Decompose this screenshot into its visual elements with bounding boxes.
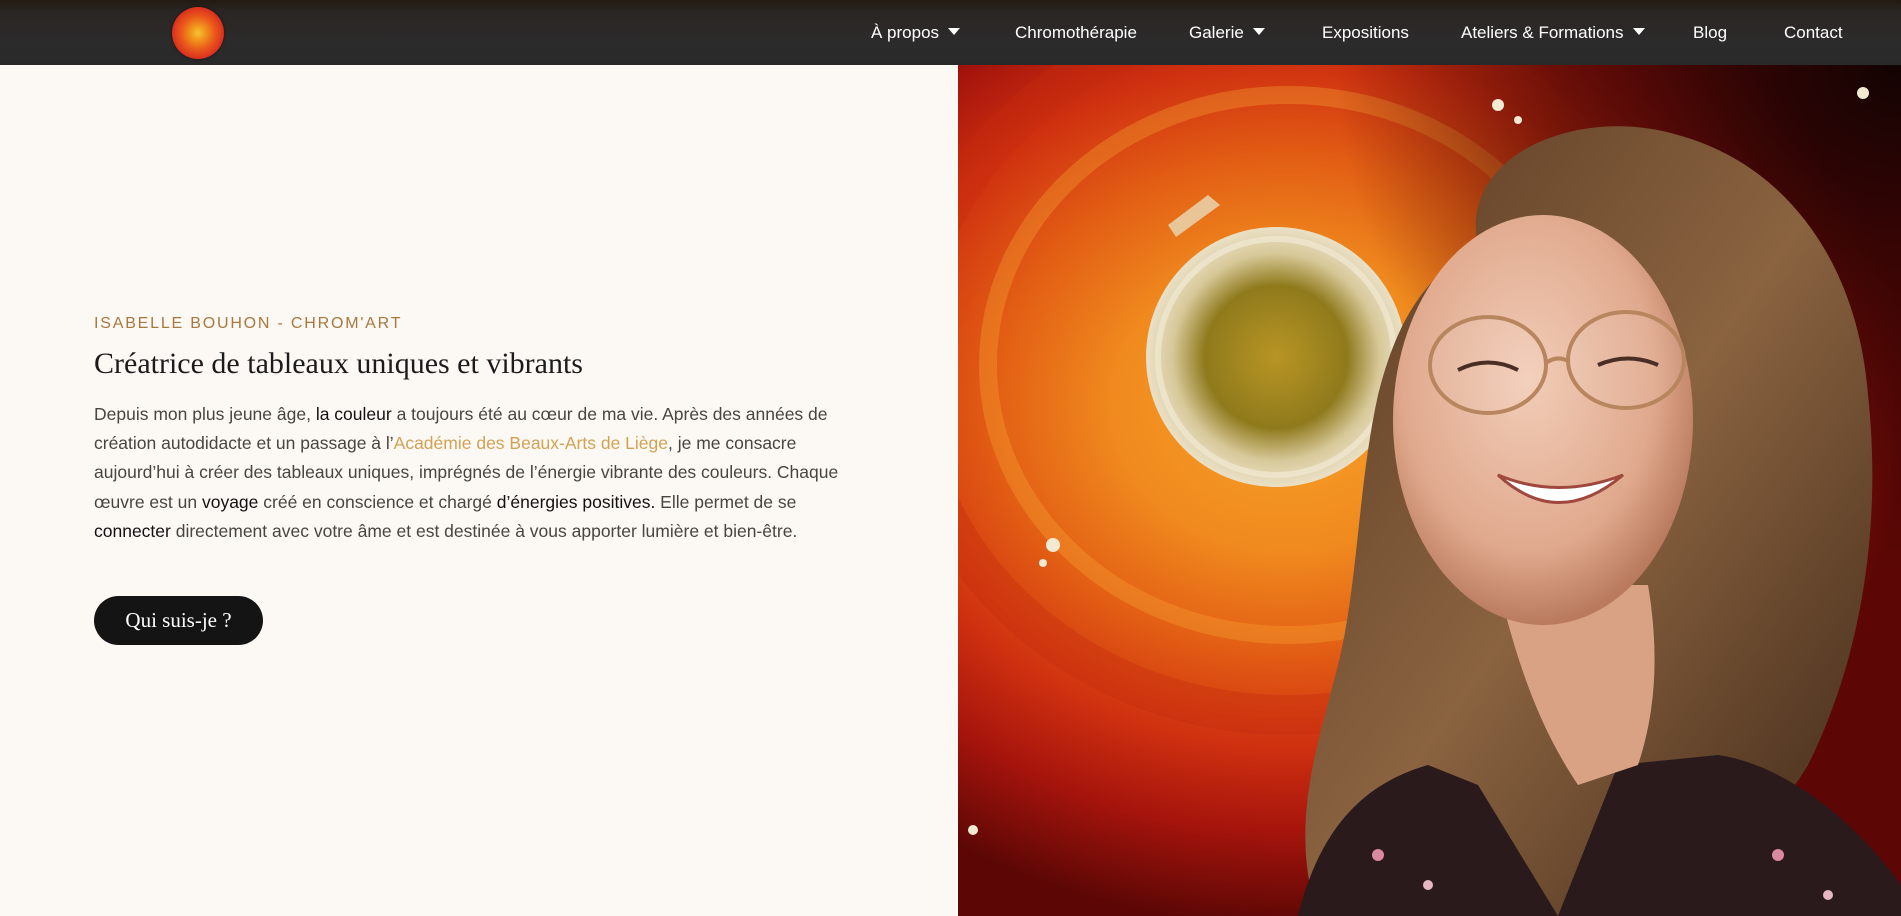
- paragraph-text: Elle permet de se: [655, 491, 797, 512]
- nav-item-expositions[interactable]: Expositions: [1322, 22, 1409, 44]
- nav-item-label: Chromothérapie: [1015, 23, 1137, 42]
- nav-item-contact[interactable]: Contact: [1784, 22, 1843, 44]
- intro-paragraph: Depuis mon plus jeune âge, la couleur a …: [94, 400, 864, 546]
- brand-eyebrow: ISABELLE BOUHON - CHROM'ART: [94, 315, 403, 332]
- emphasis-text: la couleur: [315, 404, 392, 424]
- artist-portrait-image: [958, 65, 1901, 916]
- emphasis-text: voyage: [201, 491, 259, 512]
- nav-item-blog[interactable]: Blog: [1693, 22, 1727, 44]
- about-me-button[interactable]: Qui suis-je ?: [94, 596, 263, 645]
- nav-item-galerie[interactable]: Galerie: [1189, 22, 1265, 44]
- paragraph-text: directement avec votre âme et est destin…: [170, 520, 798, 541]
- caret-down-icon: [948, 28, 961, 35]
- page-title: Créatrice de tableaux uniques et vibrant…: [94, 347, 583, 380]
- nav-item-a-propos[interactable]: À propos: [871, 22, 961, 44]
- academie-link[interactable]: Académie des Beaux-Arts de Liège: [394, 433, 668, 453]
- nav-item-chromotherapie[interactable]: Chromothérapie: [1015, 22, 1137, 44]
- emphasis-text: d’énergies positives.: [496, 491, 656, 512]
- paragraph-text: Depuis mon plus jeune âge,: [94, 404, 316, 424]
- nav-item-label: Expositions: [1322, 23, 1409, 42]
- nav-item-label: Blog: [1693, 23, 1728, 42]
- site-header: À propos Chromothérapie Galerie Expositi…: [0, 0, 1901, 65]
- nav-item-label: Contact: [1784, 23, 1843, 42]
- nav-item-label: Ateliers & Formations: [1461, 23, 1624, 42]
- paragraph-text: créé en conscience et chargé: [258, 491, 497, 512]
- main-nav: À propos Chromothérapie Galerie Expositi…: [0, 0, 1901, 65]
- hero-photo: [958, 65, 1901, 916]
- caret-down-icon: [1252, 28, 1265, 35]
- nav-item-ateliers-formations[interactable]: Ateliers & Formations: [1461, 22, 1645, 44]
- nav-item-label: Galerie: [1189, 23, 1244, 42]
- caret-down-icon: [1632, 28, 1645, 35]
- nav-item-label: À propos: [871, 23, 940, 42]
- emphasis-text: connecter: [94, 520, 171, 541]
